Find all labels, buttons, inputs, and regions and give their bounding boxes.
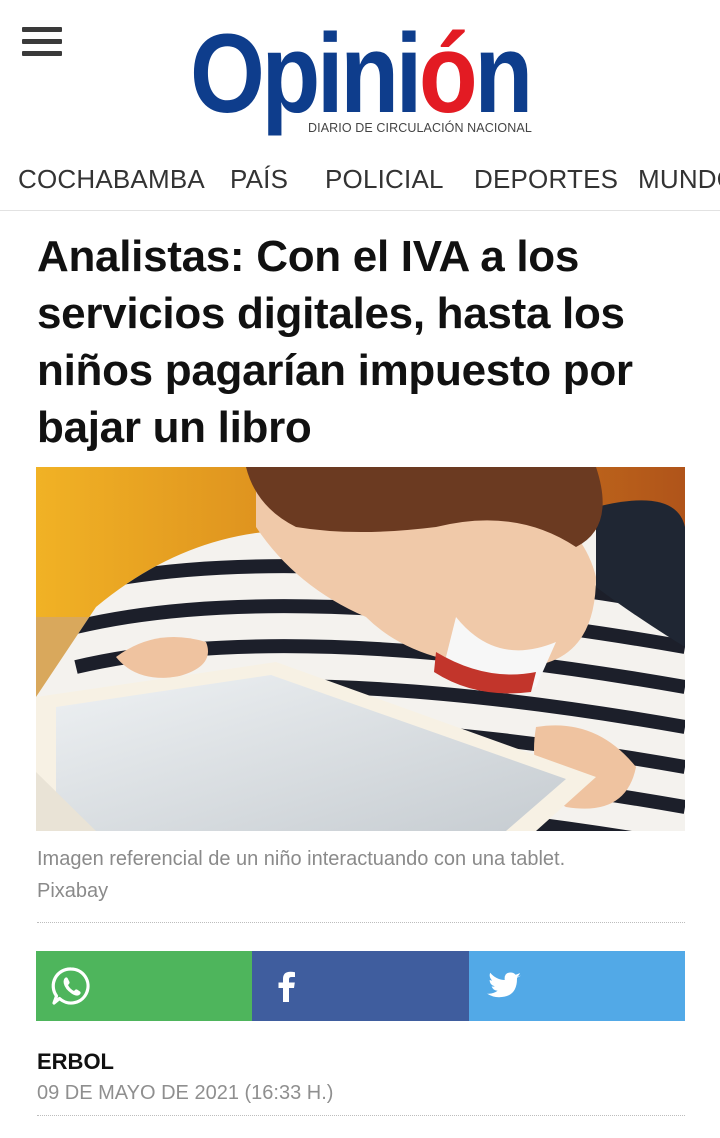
logo-wordmark: Opinión bbox=[190, 18, 533, 130]
nav-item-cochabamba[interactable]: COCHABAMBA bbox=[18, 164, 205, 195]
divider bbox=[37, 922, 685, 923]
site-header: Opinión DIARIO DE CIRCULACIÓN NACIONAL bbox=[0, 0, 720, 150]
photo-caption: Imagen referencial de un niño interactua… bbox=[37, 843, 677, 907]
menu-bar bbox=[22, 39, 62, 44]
article-date: 09 DE MAYO DE 2021 (16:33 H.) bbox=[37, 1082, 334, 1104]
menu-bar bbox=[22, 51, 62, 56]
article-author: ERBOL bbox=[37, 1049, 114, 1074]
whatsapp-icon bbox=[51, 967, 90, 1005]
logo-word-main: Opini bbox=[190, 11, 422, 136]
logo-tagline: DIARIO DE CIRCULACIÓN NACIONAL bbox=[308, 121, 532, 135]
hamburger-menu-icon[interactable] bbox=[22, 27, 62, 59]
photo-credit: Pixabay bbox=[37, 880, 109, 902]
child-with-tablet-photo bbox=[36, 467, 685, 831]
share-bar bbox=[36, 951, 685, 1021]
share-whatsapp-button[interactable] bbox=[36, 951, 253, 1021]
facebook-icon bbox=[278, 971, 296, 1002]
site-logo[interactable]: Opinión DIARIO DE CIRCULACIÓN NACIONAL bbox=[190, 18, 535, 140]
nav-item-deportes[interactable]: DEPORTES bbox=[474, 164, 618, 195]
logo-word-accent: ó bbox=[418, 11, 478, 136]
logo-word-end: n bbox=[474, 11, 533, 136]
photo-caption-text: Imagen referencial de un niño interactua… bbox=[37, 848, 566, 870]
nav-item-pais[interactable]: PAÍS bbox=[230, 164, 288, 195]
nav-item-policial[interactable]: POLICIAL bbox=[325, 164, 444, 195]
share-twitter-button[interactable] bbox=[468, 951, 685, 1021]
section-nav: COCHABAMBA PAÍS POLICIAL DEPORTES MUNDO bbox=[0, 150, 720, 211]
menu-bar bbox=[22, 27, 62, 32]
divider bbox=[37, 1115, 685, 1116]
nav-item-mundo[interactable]: MUNDO bbox=[638, 164, 720, 195]
twitter-icon bbox=[486, 972, 521, 998]
share-facebook-button[interactable] bbox=[252, 951, 469, 1021]
article-photo bbox=[36, 467, 685, 831]
article-headline: Analistas: Con el IVA a los servicios di… bbox=[37, 232, 633, 452]
